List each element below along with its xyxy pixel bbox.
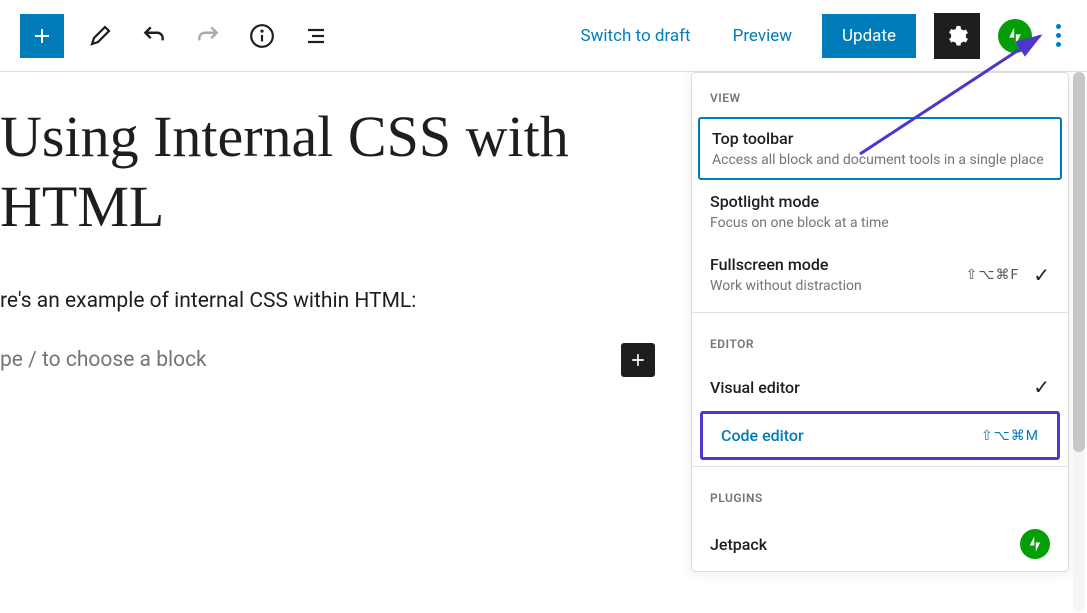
check-icon: ✓ <box>1033 263 1050 287</box>
code-editor-option[interactable]: Code editor ⇧⌥⌘M <box>700 411 1060 460</box>
editor-section-header: EDITOR <box>692 319 1068 363</box>
spotlight-label: Spotlight mode <box>710 192 1050 211</box>
options-dropdown: VIEW Top toolbar Access all block and do… <box>691 72 1069 572</box>
post-title[interactable]: Using Internal CSS with HTML <box>0 102 640 241</box>
divider <box>692 312 1068 313</box>
info-button[interactable] <box>244 18 280 54</box>
code-editor-shortcut: ⇧⌥⌘M <box>981 428 1039 444</box>
visual-editor-option[interactable]: Visual editor ✓ <box>692 363 1068 411</box>
jetpack-icon <box>1020 529 1050 559</box>
update-button[interactable]: Update <box>822 14 916 58</box>
plugins-section-header: PLUGINS <box>692 473 1068 517</box>
divider <box>692 466 1068 467</box>
inline-add-button[interactable] <box>621 343 655 377</box>
visual-editor-label: Visual editor <box>710 378 1033 397</box>
fullscreen-shortcut: ⇧⌥⌘F <box>966 267 1020 283</box>
undo-button[interactable] <box>136 18 172 54</box>
check-icon: ✓ <box>1033 375 1050 399</box>
outline-button[interactable] <box>298 18 334 54</box>
code-editor-label: Code editor <box>721 426 981 445</box>
scrollbar[interactable] <box>1073 72 1085 612</box>
preview-link[interactable]: Preview <box>721 18 804 54</box>
switch-to-draft-link[interactable]: Switch to draft <box>569 18 703 54</box>
top-toolbar-label: Top toolbar <box>712 129 1048 148</box>
toolbar-right: Switch to draft Preview Update <box>569 13 1067 59</box>
block-placeholder-row: pe / to choose a block <box>0 343 655 377</box>
toolbar-left <box>20 14 334 58</box>
jetpack-option[interactable]: Jetpack <box>692 517 1068 571</box>
fullscreen-label: Fullscreen mode <box>710 255 966 274</box>
jetpack-label: Jetpack <box>710 535 1020 554</box>
fullscreen-option[interactable]: Fullscreen mode Work without distraction… <box>692 243 1068 306</box>
view-section-header: VIEW <box>692 73 1068 117</box>
redo-button <box>190 18 226 54</box>
spotlight-option[interactable]: Spotlight mode Focus on one block at a t… <box>692 180 1068 243</box>
top-toolbar-option[interactable]: Top toolbar Access all block and documen… <box>698 117 1062 180</box>
jetpack-button[interactable] <box>998 19 1032 53</box>
settings-button[interactable] <box>934 13 980 59</box>
block-placeholder[interactable]: pe / to choose a block <box>0 348 207 372</box>
top-toolbar: Switch to draft Preview Update <box>0 0 1087 72</box>
scrollbar-thumb[interactable] <box>1073 72 1085 452</box>
spotlight-desc: Focus on one block at a time <box>710 215 1050 231</box>
top-toolbar-desc: Access all block and document tools in a… <box>712 152 1048 168</box>
add-block-button[interactable] <box>20 14 64 58</box>
more-options-button[interactable] <box>1050 18 1067 53</box>
edit-icon[interactable] <box>82 18 118 54</box>
fullscreen-desc: Work without distraction <box>710 278 966 294</box>
